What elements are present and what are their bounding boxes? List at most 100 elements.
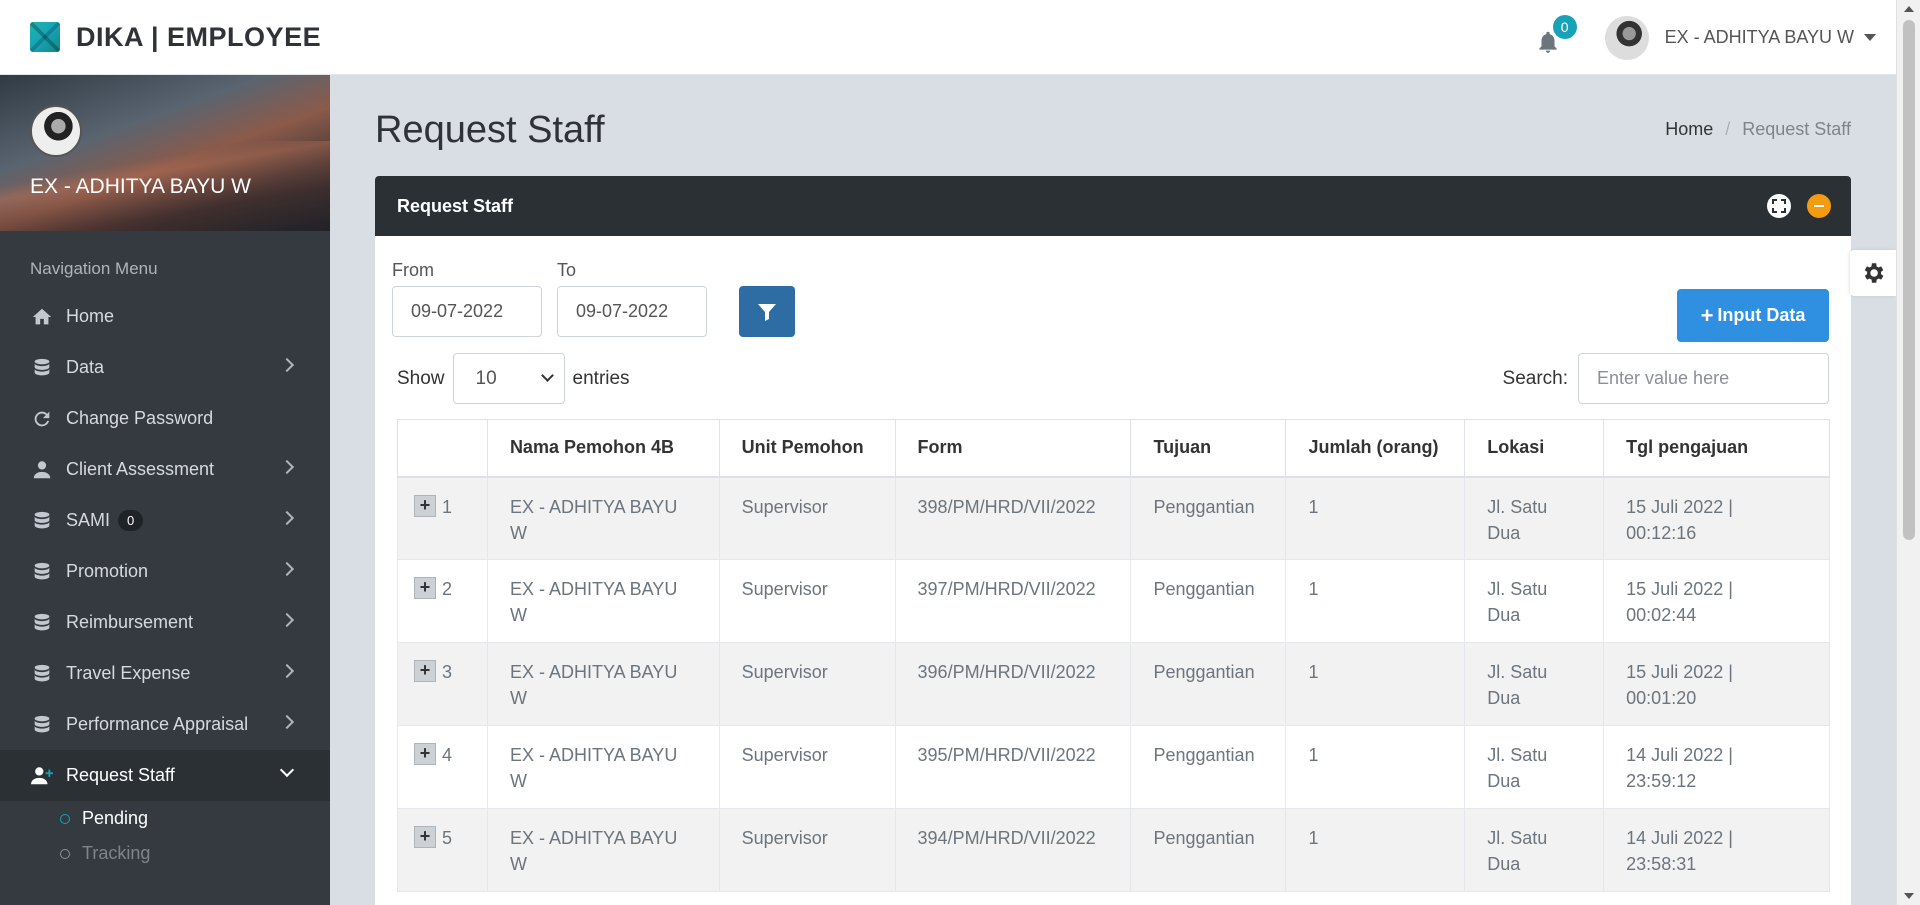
sidebar-subitem-tracking[interactable]: Tracking xyxy=(0,836,330,871)
sidebar-subitem-label: Pending xyxy=(82,808,149,828)
sidebar-item-client-assessment[interactable]: Client Assessment xyxy=(0,444,330,495)
table-cell: 1 xyxy=(1285,725,1466,809)
to-label: To xyxy=(557,260,577,280)
column-header[interactable]: Jumlah (orang) xyxy=(1285,419,1466,478)
filter-button[interactable] xyxy=(739,286,795,337)
to-date-input[interactable]: 09-07-2022 xyxy=(557,286,707,337)
profile-name: EX - ADHITYA BAYU W xyxy=(30,175,251,198)
scroll-thumb[interactable] xyxy=(1903,20,1915,540)
table-row[interactable]: +1 EX - ADHITYA BAYU W Supervisor 398/PM… xyxy=(397,476,1830,560)
database-icon xyxy=(30,560,54,584)
expand-row-plus-icon[interactable]: + xyxy=(414,743,436,765)
table-row[interactable]: +2 EX - ADHITYA BAYU W Supervisor 397/PM… xyxy=(397,559,1830,643)
breadcrumb-separator: / xyxy=(1725,119,1731,139)
table-cell: Jl. Satu Dua xyxy=(1464,559,1605,643)
sidebar-item-home[interactable]: Home xyxy=(0,291,330,342)
filter-icon xyxy=(758,303,776,321)
sidebar-item-label: Request Staff xyxy=(66,765,175,785)
sidebar-item-request-staff[interactable]: Request Staff xyxy=(0,750,330,801)
search-label: Search: xyxy=(1502,367,1568,389)
minimize-icon[interactable] xyxy=(1807,194,1831,218)
card-header: Request Staff xyxy=(375,176,1851,236)
search-input[interactable]: Enter value here xyxy=(1578,353,1829,404)
table-cell: Supervisor xyxy=(718,725,896,809)
user-icon xyxy=(30,458,54,482)
table-cell: Jl. Satu Dua xyxy=(1464,808,1605,892)
table-cell: 1 xyxy=(1285,808,1466,892)
column-header[interactable]: Lokasi xyxy=(1464,419,1605,478)
settings-gear-button[interactable] xyxy=(1850,250,1896,296)
notification-bell[interactable]: 0 xyxy=(1535,14,1577,53)
sidebar-subitem-label: Tracking xyxy=(82,843,151,863)
sidebar-profile: EX - ADHITYA BAYU W xyxy=(0,75,330,231)
column-header[interactable]: Form xyxy=(894,419,1132,478)
sidebar-item-reimbursement[interactable]: Reimbursement xyxy=(0,597,330,648)
sidebar-subitem-pending[interactable]: Pending xyxy=(0,801,330,836)
user-avatar[interactable] xyxy=(1604,15,1649,60)
sami-count-badge: 0 xyxy=(118,510,144,531)
sidebar-item-change-password[interactable]: Change Password xyxy=(0,393,330,444)
column-header[interactable]: Nama Pemohon 4B xyxy=(486,419,720,478)
sidebar-item-label: Data xyxy=(66,357,105,377)
sidebar-item-sami[interactable]: SAMI 0 xyxy=(0,495,330,546)
table-cell: 15 Juli 2022 | 00:01:20 xyxy=(1603,642,1830,726)
entries-label: entries xyxy=(572,367,630,389)
user-menu-name[interactable]: EX - ADHITYA BAYU W xyxy=(1665,27,1854,48)
table-cell: Penggantian xyxy=(1130,559,1287,643)
table-cell: EX - ADHITYA BAYU W xyxy=(486,808,720,892)
table-cell: EX - ADHITYA BAYU W xyxy=(486,476,720,560)
expand-icon[interactable] xyxy=(1767,194,1791,218)
table-cell: 1 xyxy=(1285,642,1466,726)
chevron-right-icon xyxy=(279,714,295,730)
sidebar-item-promotion[interactable]: Promotion xyxy=(0,546,330,597)
scroll-up-icon[interactable] xyxy=(1904,6,1914,12)
home-icon xyxy=(30,305,54,329)
table-cell: Jl. Satu Dua xyxy=(1464,642,1605,726)
table-cell: 395/PM/HRD/VII/2022 xyxy=(894,725,1132,809)
sidebar-item-performance-appraisal[interactable]: Performance Appraisal xyxy=(0,699,330,750)
scroll-down-icon[interactable] xyxy=(1904,893,1914,899)
circle-icon xyxy=(60,813,70,824)
caret-down-icon[interactable] xyxy=(1864,34,1876,41)
page-scrollbar[interactable] xyxy=(1896,0,1920,905)
column-header[interactable] xyxy=(397,419,488,478)
sidebar-item-travel-expense[interactable]: Travel Expense xyxy=(0,648,330,699)
sidebar-item-label: SAMI xyxy=(66,510,111,530)
profile-avatar xyxy=(30,105,82,157)
row-number-cell: +3 xyxy=(397,642,488,726)
plus-icon: + xyxy=(1700,302,1714,328)
table-cell: 14 Juli 2022 | 23:59:12 xyxy=(1603,725,1830,809)
chevron-down-icon xyxy=(540,369,554,382)
table-search: Search: Enter value here xyxy=(1503,353,1829,404)
expand-row-plus-icon[interactable]: + xyxy=(414,826,436,848)
entries-select[interactable]: 10 xyxy=(452,353,565,404)
from-date-input[interactable]: 09-07-2022 xyxy=(392,286,542,337)
sidebar-item-label: Client Assessment xyxy=(66,459,215,479)
table-cell: Jl. Satu Dua xyxy=(1464,476,1605,560)
breadcrumb-home[interactable]: Home xyxy=(1665,119,1713,140)
expand-row-plus-icon[interactable]: + xyxy=(414,494,436,517)
column-header[interactable]: Tujuan xyxy=(1130,419,1287,478)
table-row[interactable]: +5 EX - ADHITYA BAYU W Supervisor 394/PM… xyxy=(397,808,1830,892)
sidebar-item-data[interactable]: Data xyxy=(0,342,330,393)
show-label: Show xyxy=(397,367,445,389)
chevron-down-icon xyxy=(279,762,295,778)
expand-row-plus-icon[interactable]: + xyxy=(414,660,436,682)
column-header[interactable]: Tgl pengajuan xyxy=(1603,419,1830,478)
brand-title: DIKA | EMPLOYEE xyxy=(76,21,322,52)
column-header[interactable]: Unit Pemohon xyxy=(718,419,896,478)
sidebar-item-label: Change Password xyxy=(66,408,214,428)
table-cell: 15 Juli 2022 | 00:12:16 xyxy=(1603,476,1830,560)
page-title: Request Staff xyxy=(375,109,605,151)
table-row[interactable]: +4 EX - ADHITYA BAYU W Supervisor 395/PM… xyxy=(397,725,1830,809)
gear-icon xyxy=(1864,263,1884,283)
table-cell: Supervisor xyxy=(718,642,896,726)
expand-row-plus-icon[interactable]: + xyxy=(414,577,436,599)
input-data-button[interactable]: + Input Data xyxy=(1677,289,1829,342)
brand[interactable]: DIKA | EMPLOYEE xyxy=(30,22,321,53)
circle-icon xyxy=(60,848,70,859)
database-icon xyxy=(30,611,54,635)
chevron-right-icon xyxy=(279,561,295,577)
table-row[interactable]: +3 EX - ADHITYA BAYU W Supervisor 396/PM… xyxy=(397,642,1830,726)
row-number-cell: +2 xyxy=(397,559,488,643)
